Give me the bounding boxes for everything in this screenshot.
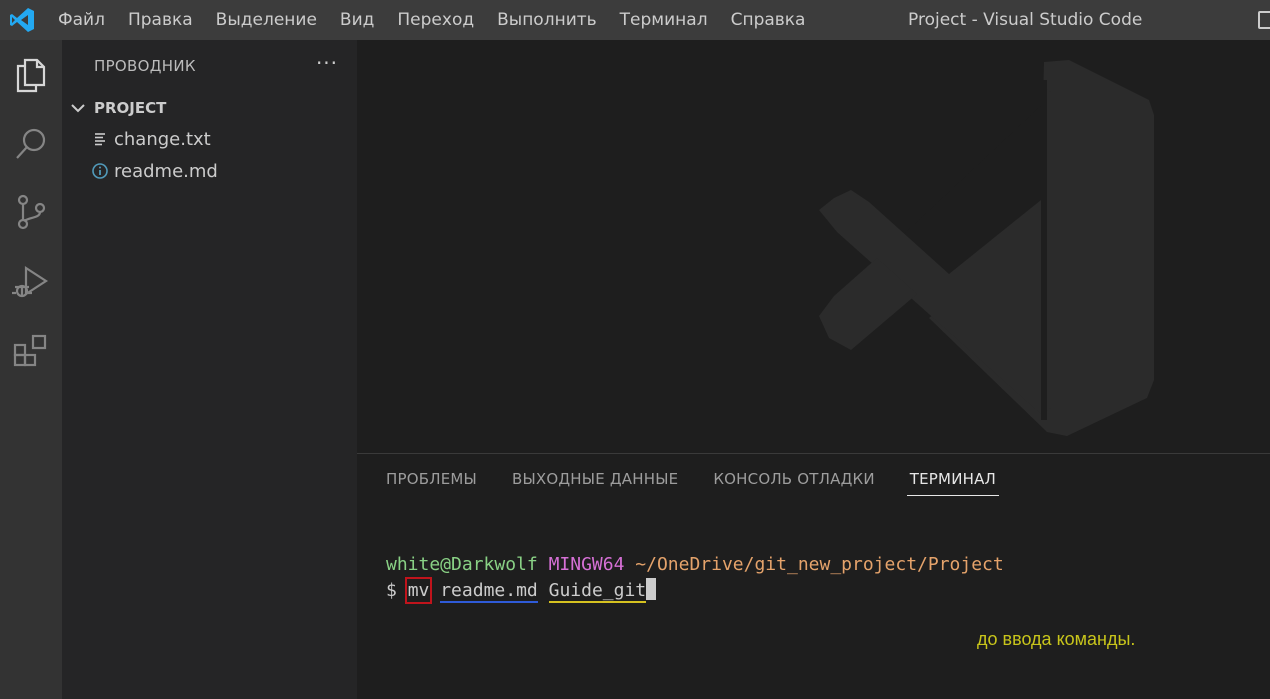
menu-bar: Файл Правка Выделение Вид Переход Выполн… [44,0,817,40]
prompt-user-host: white@Darkwolf [386,554,538,575]
bottom-panel: ПРОБЛЕМЫ ВЫХОДНЫЕ ДАННЫЕ КОНСОЛЬ ОТЛАДКИ… [357,453,1270,699]
menu-help[interactable]: Справка [719,0,817,40]
vscode-window: Файл Правка Выделение Вид Переход Выполн… [0,0,1270,699]
extensions-icon[interactable] [0,322,62,382]
file-item-change-txt[interactable]: change.txt [62,123,357,155]
command-mv: mv [404,577,433,604]
menu-selection[interactable]: Выделение [204,0,328,40]
annotation-caption: до ввода команды. [977,629,1136,649]
run-debug-icon[interactable] [0,252,62,312]
vscode-logo-icon [0,0,44,40]
menu-run[interactable]: Выполнить [486,0,609,40]
explorer-sidebar: ПРОВОДНИК ··· PROJECT change.txt readme.… [62,40,357,699]
file-item-readme-md[interactable]: readme.md [62,155,357,187]
text-file-icon [88,132,112,146]
editor-area [357,40,1270,453]
panel-tabs: ПРОБЛЕМЫ ВЫХОДНЫЕ ДАННЫЕ КОНСОЛЬ ОТЛАДКИ… [386,468,1034,496]
prompt-path: ~/OneDrive/git_new_project/Project [635,554,1004,575]
menu-edit[interactable]: Правка [116,0,204,40]
command-arg-destination: Guide_git [548,580,647,603]
chevron-down-icon [62,103,94,113]
vscode-watermark-icon [819,60,1154,436]
activity-bar [0,40,62,699]
menu-view[interactable]: Вид [328,0,385,40]
terminal-cursor [646,578,657,600]
layout-toggle-icon[interactable] [1258,11,1270,29]
info-file-icon [88,163,112,179]
tab-output[interactable]: ВЫХОДНЫЕ ДАННЫЕ [512,468,678,496]
more-actions-button[interactable]: ··· [312,50,342,80]
source-control-icon[interactable] [0,182,62,242]
tab-debug-console[interactable]: КОНСОЛЬ ОТЛАДКИ [713,468,874,496]
file-name: readme.md [114,160,218,182]
explorer-icon[interactable] [0,44,62,104]
menu-go[interactable]: Переход [386,0,486,40]
terminal-output[interactable]: white@Darkwolf MINGW64 ~/OneDrive/git_ne… [386,552,1004,604]
search-icon[interactable] [0,114,62,174]
section-label: PROJECT [94,99,167,117]
command-arg-source: readme.md [440,580,538,603]
project-section-header[interactable]: PROJECT [62,93,357,123]
prompt-symbol: $ [386,580,397,601]
menu-terminal[interactable]: Терминал [608,0,719,40]
tab-problems[interactable]: ПРОБЛЕМЫ [386,468,477,496]
prompt-system: MINGW64 [548,554,625,575]
title-bar: Файл Правка Выделение Вид Переход Выполн… [0,0,1270,40]
tab-terminal[interactable]: ТЕРМИНАЛ [906,468,1000,496]
file-name: change.txt [114,128,211,150]
window-title: Project - Visual Studio Code [908,10,1143,30]
menu-file[interactable]: Файл [44,0,116,40]
